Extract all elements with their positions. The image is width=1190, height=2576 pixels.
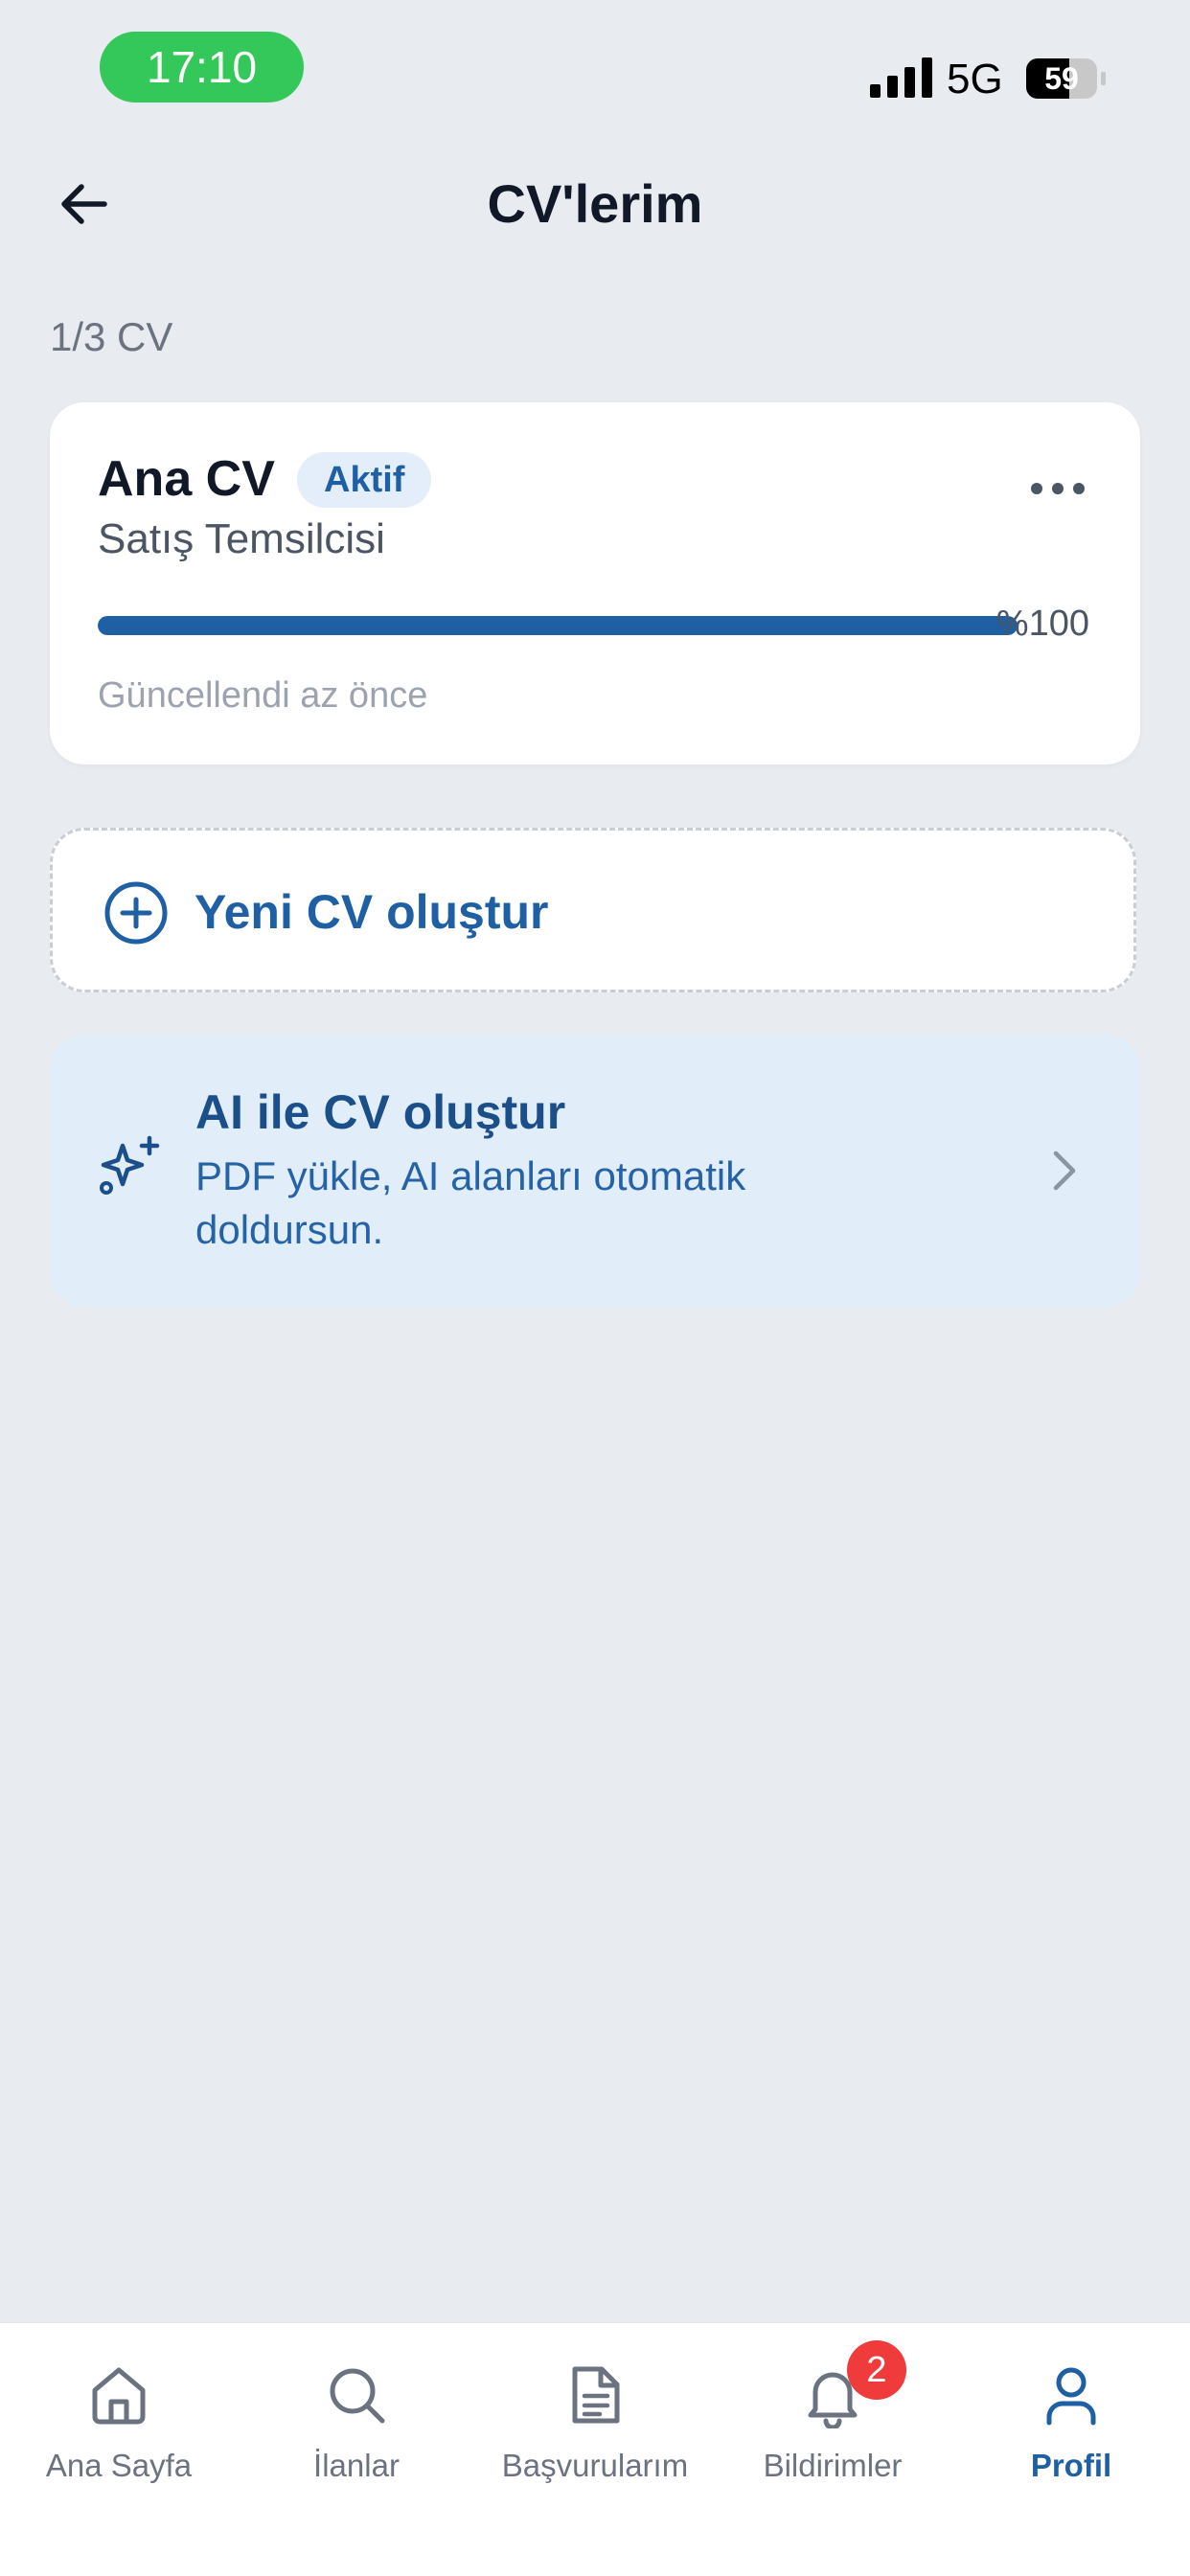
notification-badge: 2	[847, 2340, 906, 2400]
cv-updated-text: Güncellendi az önce	[98, 675, 428, 716]
document-icon	[572, 2366, 620, 2424]
cv-count: 1/3 CV	[50, 314, 173, 359]
ai-cv-card[interactable]: AI ile CV oluştur PDF yükle, AI alanları…	[50, 1035, 1140, 1307]
new-cv-label: Yeni CV oluştur	[195, 885, 549, 939]
status-bar: 17:10 5G 59	[0, 0, 1190, 144]
profile-icon	[1046, 2367, 1096, 2426]
status-time: 17:10	[100, 32, 304, 103]
nav-item-notifications[interactable]: 2 Bildirimler	[714, 2340, 951, 2503]
status-badge: Aktif	[297, 452, 432, 508]
new-cv-button[interactable]: Yeni CV oluştur	[50, 828, 1136, 992]
progress-label: %100	[995, 604, 1089, 644]
chevron-right-icon	[1053, 1151, 1076, 1191]
nav-label: Bildirimler	[763, 2448, 903, 2483]
cv-name: Ana CV	[98, 451, 275, 507]
page-title: CV'lerim	[487, 173, 703, 234]
back-button[interactable]	[50, 171, 117, 238]
nav-label: Ana Sayfa	[45, 2448, 193, 2483]
arrow-left-icon	[61, 184, 107, 224]
ai-card-description: PDF yükle, AI alanları otomatik doldursu…	[195, 1153, 746, 1252]
nav-label: İlanlar	[313, 2448, 400, 2483]
search-icon	[330, 2368, 385, 2424]
home-icon	[92, 2367, 146, 2425]
signal-icon	[870, 57, 932, 98]
network-type: 5G	[947, 56, 1003, 103]
nav-item-applications[interactable]: Başvurularım	[476, 2340, 714, 2503]
nav-item-home[interactable]: Ana Sayfa	[0, 2340, 238, 2503]
nav-item-listings[interactable]: İlanlar	[238, 2340, 475, 2503]
progress-bar	[98, 616, 1018, 635]
nav-label: Profil	[1030, 2448, 1112, 2483]
battery-level: 59	[1044, 60, 1079, 96]
cv-card[interactable]: Ana CV Aktif Satış Temsilcisi %100 Günce…	[50, 402, 1140, 764]
progress-fill	[98, 616, 1018, 635]
cv-role: Satış Temsilcisi	[98, 515, 385, 562]
ai-card-title: AI ile CV oluştur	[195, 1085, 566, 1139]
sparkle-icon	[100, 1135, 160, 1195]
more-horizontal-icon	[1031, 483, 1085, 494]
nav-label: Başvurularım	[501, 2448, 689, 2483]
more-options-button[interactable]	[1019, 460, 1096, 517]
plus-circle-icon	[104, 881, 168, 945]
nav-item-profile[interactable]: Profil	[952, 2340, 1190, 2503]
bottom-nav: Ana Sayfa İlanlar Başvurularım 2 Bildiri…	[0, 2322, 1190, 2576]
